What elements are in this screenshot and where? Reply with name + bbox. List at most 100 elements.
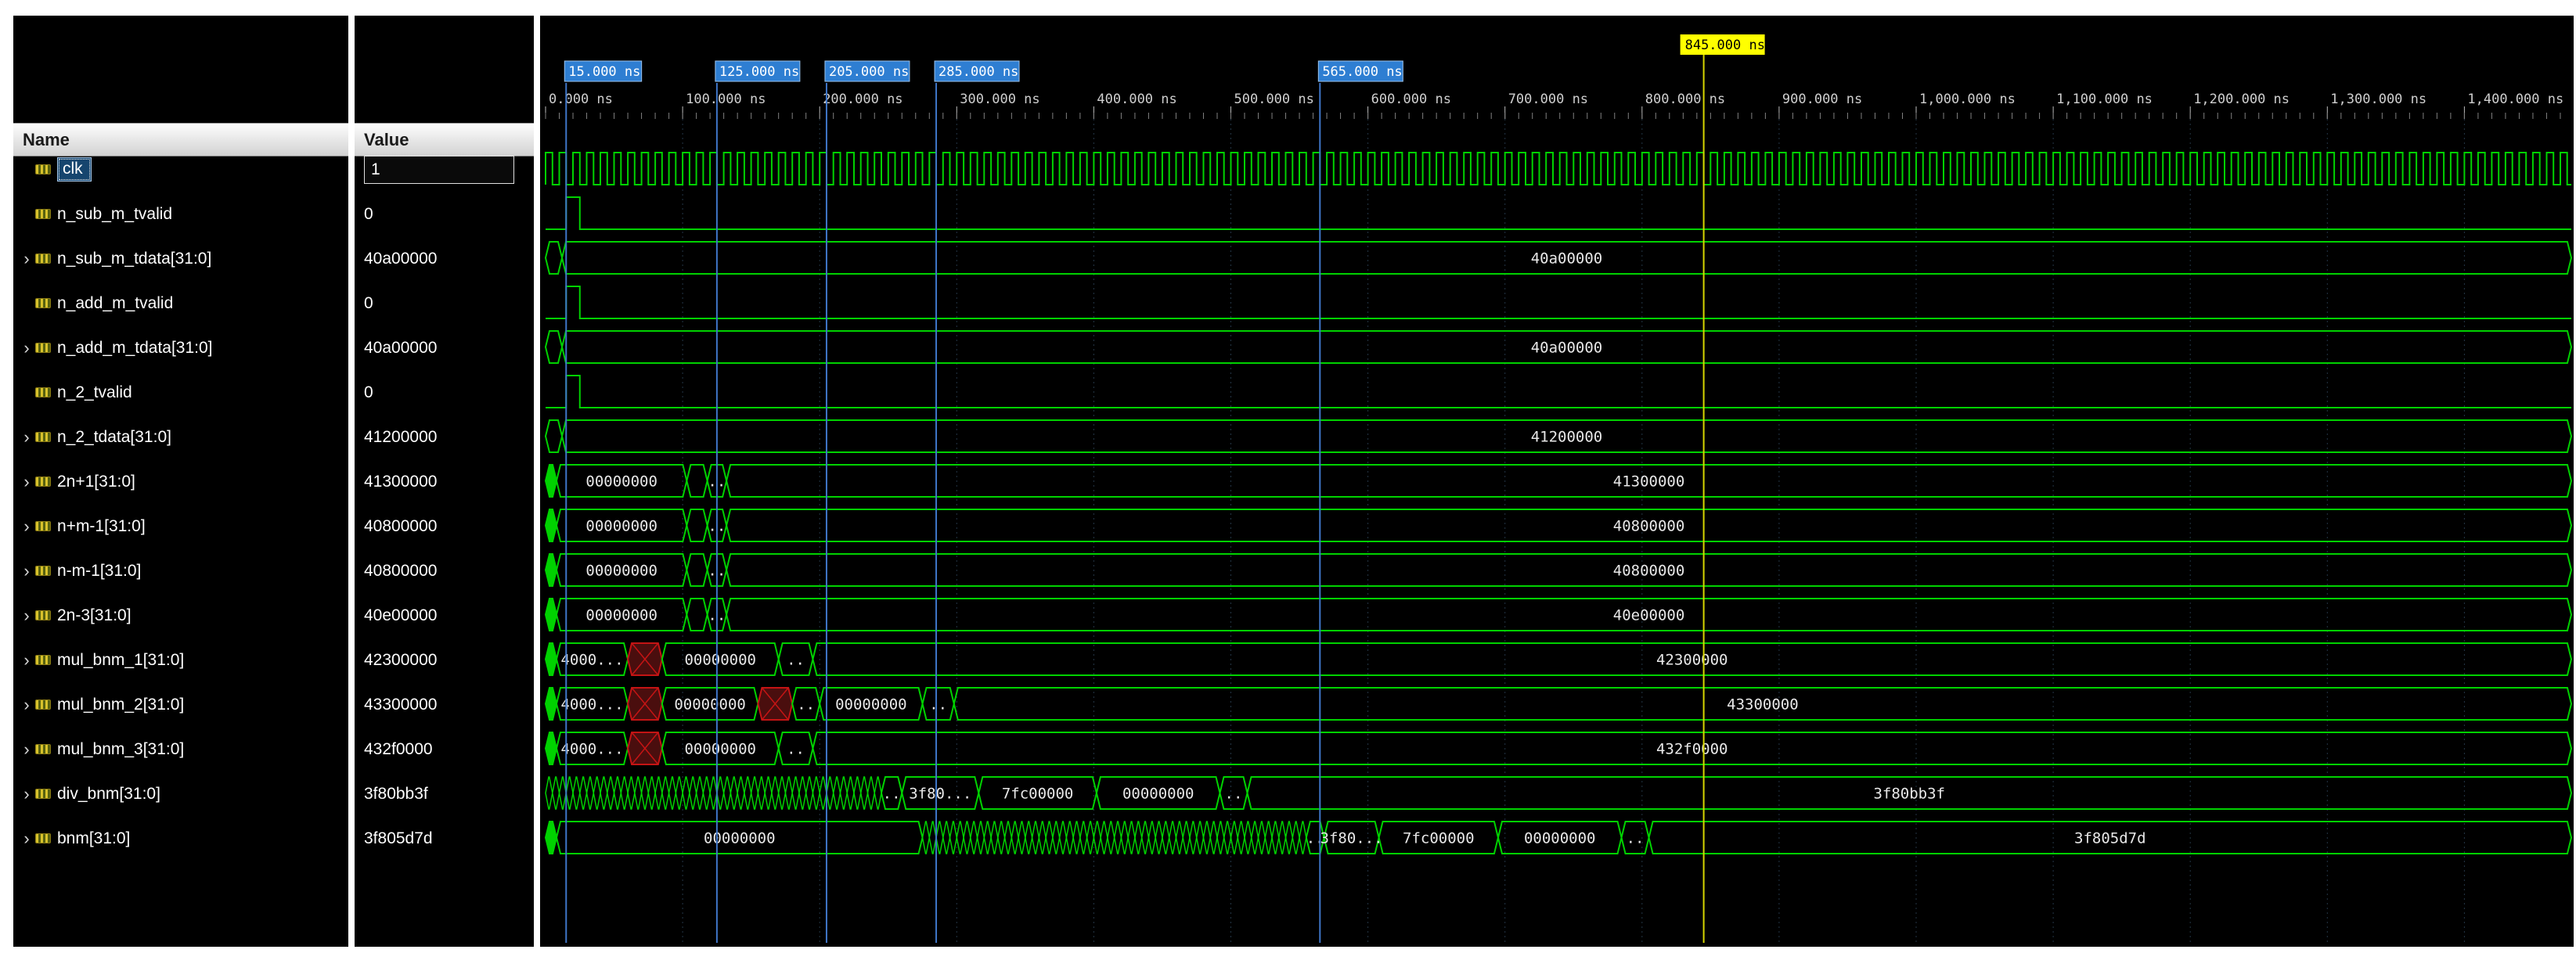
expand-chevron-icon[interactable]: › [18, 829, 35, 847]
svg-text:00000000: 00000000 [684, 741, 756, 758]
svg-text:300.000 ns: 300.000 ns [960, 92, 1039, 107]
wave-panel[interactable]: 0.000 ns 100.000 ns 200.000 ns 300.000 ns 40… [540, 16, 2574, 947]
signal-value-mul-bnm-2-31-0[interactable]: 43300000 [355, 682, 534, 727]
signal-value-text: 40800000 [364, 561, 438, 580]
signal-row-2n-1-31-0[interactable]: › 2n+1[31:0] [13, 459, 348, 504]
signal-icon [35, 387, 51, 397]
expand-chevron-icon[interactable]: › [18, 562, 35, 580]
signal-row-n-2-tvalid[interactable]: n_2_tvalid [13, 370, 348, 415]
signal-value-mul-bnm-1-31-0[interactable]: 42300000 [355, 638, 534, 682]
signal-name-label: mul_bnm_3[31:0] [57, 739, 185, 758]
signal-name-label: 2n+1[31:0] [57, 472, 135, 491]
svg-text:00000000: 00000000 [585, 607, 658, 624]
signal-value-n-m-1-31-0[interactable]: 40800000 [355, 548, 534, 593]
signal-row-div-bnm-31-0[interactable]: › div_bnm[31:0] [13, 771, 348, 816]
svg-text:125.000 ns: 125.000 ns [719, 64, 799, 80]
signal-name-label: div_bnm[31:0] [57, 784, 160, 803]
signal-row-n-sub-m-tdata-31-0[interactable]: › n_sub_m_tdata[31:0] [13, 236, 348, 281]
signal-value-clk[interactable]: 1 [355, 147, 534, 192]
expand-chevron-icon[interactable]: › [18, 339, 35, 357]
svg-text:500.000 ns: 500.000 ns [1234, 92, 1314, 107]
signal-value-text: 0 [364, 293, 373, 312]
signal-value-2n-3-31-0[interactable]: 40e00000 [355, 593, 534, 638]
signal-row-2n-3-31-0[interactable]: › 2n-3[31:0] [13, 593, 348, 638]
signal-row-bnm-31-0[interactable]: › bnm[31:0] [13, 816, 348, 861]
signal-row-n-m-1-31-0[interactable]: › n-m-1[31:0] [13, 548, 348, 593]
signal-row-n-sub-m-tvalid[interactable]: n_sub_m_tvalid [13, 192, 348, 236]
signal-icon [35, 833, 51, 843]
signal-icon [35, 477, 51, 487]
marker-label-15[interactable]: 15.000 ns [564, 60, 643, 82]
svg-text:00000000: 00000000 [585, 473, 658, 491]
svg-text:..: .. [1225, 786, 1243, 803]
svg-text:..: .. [787, 741, 805, 758]
expand-chevron-icon[interactable]: › [18, 517, 35, 535]
expand-chevron-icon[interactable]: › [18, 696, 35, 714]
signal-value-text: 42300000 [364, 650, 438, 669]
signal-value-n-add-m-tvalid[interactable]: 0 [355, 281, 534, 325]
signal-value-n-sub-m-tdata-31-0[interactable]: 40a00000 [355, 236, 534, 281]
svg-text:00000000: 00000000 [585, 563, 658, 580]
signal-row-n-add-m-tdata-31-0[interactable]: › n_add_m_tdata[31:0] [13, 325, 348, 370]
signal-row-mul-bnm-3-31-0[interactable]: › mul_bnm_3[31:0] [13, 727, 348, 771]
svg-text:1,000.000 ns: 1,000.000 ns [1919, 92, 2016, 107]
signal-value-text: 40a00000 [364, 338, 438, 357]
svg-text:40a00000: 40a00000 [1531, 340, 1603, 357]
waveform-canvas[interactable]: 0.000 ns 100.000 ns 200.000 ns 300.000 ns 40… [540, 16, 2574, 947]
signal-row-n-m-1-31-0[interactable]: › n+m-1[31:0] [13, 504, 348, 548]
svg-text:40800000: 40800000 [1613, 563, 1685, 580]
signal-row-n-add-m-tvalid[interactable]: n_add_m_tvalid [13, 281, 348, 325]
signal-name-label: bnm[31:0] [57, 829, 131, 847]
expand-chevron-icon[interactable]: › [18, 606, 35, 624]
signal-name-label: n_2_tdata[31:0] [57, 427, 171, 446]
cursor-label-845[interactable]: 845.000 ns [1680, 34, 1765, 55]
svg-text:00000000: 00000000 [704, 830, 776, 847]
signal-value-n-m-1-31-0[interactable]: 40800000 [355, 504, 534, 548]
signal-value-2n-1-31-0[interactable]: 41300000 [355, 459, 534, 504]
signal-value-n-2-tvalid[interactable]: 0 [355, 370, 534, 415]
svg-text:3f805d7d: 3f805d7d [2074, 830, 2146, 847]
svg-text:..: .. [1627, 830, 1645, 847]
signal-value-div-bnm-31-0[interactable]: 3f80bb3f [355, 771, 534, 816]
signal-icon [35, 164, 51, 174]
svg-text:432f0000: 432f0000 [1656, 741, 1728, 758]
expand-chevron-icon[interactable]: › [18, 428, 35, 446]
svg-text:205.000 ns: 205.000 ns [829, 64, 909, 80]
signal-icon [35, 655, 51, 665]
marker-label-285[interactable]: 285.000 ns [934, 60, 1020, 82]
signal-value-text: 40a00000 [364, 249, 438, 268]
signal-row-n-2-tdata-31-0[interactable]: › n_2_tdata[31:0] [13, 415, 348, 459]
expand-chevron-icon[interactable]: › [18, 250, 35, 268]
svg-text:00000000: 00000000 [835, 696, 907, 714]
svg-text:42300000: 42300000 [1656, 652, 1728, 669]
signal-row-mul-bnm-1-31-0[interactable]: › mul_bnm_1[31:0] [13, 638, 348, 682]
expand-chevron-icon[interactable]: › [18, 473, 35, 491]
svg-text:4000...: 4000... [560, 652, 623, 669]
signal-value-n-add-m-tdata-31-0[interactable]: 40a00000 [355, 325, 534, 370]
svg-text:845.000 ns: 845.000 ns [1685, 38, 1765, 53]
svg-text:1,100.000 ns: 1,100.000 ns [2056, 92, 2153, 107]
svg-text:800.000 ns: 800.000 ns [1645, 92, 1725, 107]
signal-value-mul-bnm-3-31-0[interactable]: 432f0000 [355, 727, 534, 771]
marker-label-125[interactable]: 125.000 ns [715, 60, 801, 82]
svg-text:43300000: 43300000 [1727, 696, 1799, 714]
signal-icon [35, 432, 51, 442]
expand-chevron-icon[interactable]: › [18, 785, 35, 803]
signal-row-mul-bnm-2-31-0[interactable]: › mul_bnm_2[31:0] [13, 682, 348, 727]
signal-row-clk[interactable]: clk [13, 147, 348, 192]
expand-chevron-icon[interactable]: › [18, 651, 35, 669]
marker-label-565[interactable]: 565.000 ns [1317, 60, 1403, 82]
signal-value-bnm-31-0[interactable]: 3f805d7d [355, 816, 534, 861]
expand-chevron-icon[interactable]: › [18, 740, 35, 758]
signal-value-n-2-tdata-31-0[interactable]: 41200000 [355, 415, 534, 459]
svg-text:7fc00000: 7fc00000 [1002, 786, 1074, 803]
signal-icon [35, 521, 51, 531]
names-panel: Name clk n_sub_m_tvalid › n_sub_m_tdata[31:… [13, 16, 348, 947]
signal-value-n-sub-m-tvalid[interactable]: 0 [355, 192, 534, 236]
svg-text:1,200.000 ns: 1,200.000 ns [2193, 92, 2290, 107]
signal-name-label: clk [57, 157, 92, 182]
signal-icon [35, 254, 51, 264]
marker-label-205[interactable]: 205.000 ns [824, 60, 910, 82]
values-panel: Value 1 0 40a00000 0 40a00000 0 41200000 413000… [355, 16, 534, 947]
svg-text:7fc00000: 7fc00000 [1403, 830, 1475, 847]
